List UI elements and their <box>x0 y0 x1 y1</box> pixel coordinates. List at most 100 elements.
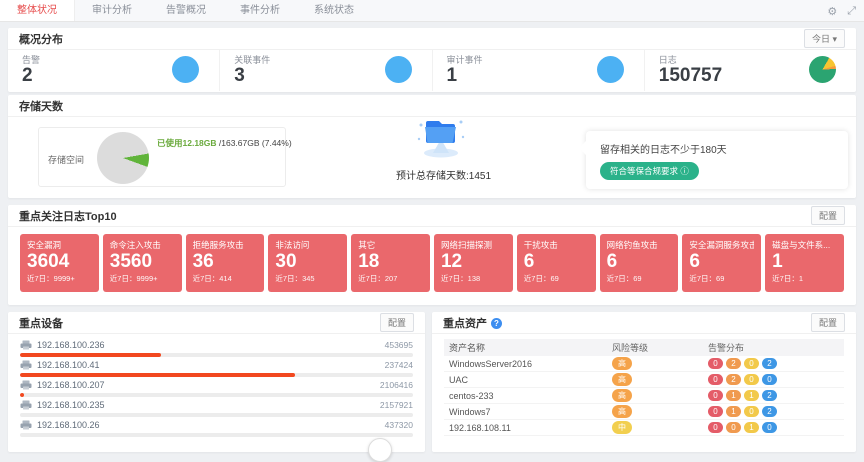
log-card-title: 其它 <box>358 239 423 251</box>
alert-badge-medium: 0 <box>744 374 759 385</box>
device-ip: 192.168.100.41 <box>37 360 100 370</box>
log-card-value: 30 <box>275 251 340 273</box>
asset-row[interactable]: centos-233 高 0 1 1 2 <box>444 388 844 404</box>
device-ip: 192.168.100.26 <box>37 420 100 430</box>
device-icon <box>20 400 32 410</box>
risk-badge: 中 <box>612 421 632 434</box>
assets-config-button[interactable]: 配置 <box>811 313 845 332</box>
stat-audit-events: 审计事件 1 <box>433 50 645 91</box>
device-icon <box>20 420 32 430</box>
log-card[interactable]: 网络钓鱼攻击 6 近7日：69 <box>600 234 679 292</box>
alert-badge-critical: 0 <box>708 374 723 385</box>
device-row[interactable]: 192.168.100.235 2157921 <box>20 399 413 419</box>
alert-badge-critical: 0 <box>708 358 723 369</box>
top-logs-title: 重点关注日志Top10 <box>19 208 117 224</box>
device-count: 437320 <box>385 420 413 430</box>
tab-system-status[interactable]: 系统状态 <box>297 0 371 21</box>
asset-name: 192.168.108.11 <box>444 423 612 433</box>
log-card[interactable]: 命令注入攻击 3560 近7日：9999+ <box>103 234 182 292</box>
col-asset-name: 资产名称 <box>444 341 612 354</box>
log-card[interactable]: 网络扫描探测 12 近7日：138 <box>434 234 513 292</box>
help-icon[interactable]: ? <box>491 318 502 329</box>
log-card-recent-value: 138 <box>468 274 481 283</box>
risk-badge: 高 <box>612 389 632 402</box>
log-card[interactable]: 安全漏洞服务攻击 6 近7日：69 <box>682 234 761 292</box>
top-logs-config-button[interactable]: 配置 <box>811 206 845 225</box>
alert-badge-high: 1 <box>726 390 741 401</box>
device-bar-track <box>20 393 413 397</box>
logs-pie-chart <box>809 56 836 83</box>
log-card-title: 命令注入攻击 <box>110 239 175 251</box>
tab-alert-overview[interactable]: 告警概况 <box>149 0 223 21</box>
devices-config-button[interactable]: 配置 <box>380 313 414 332</box>
chevron-down-icon: ▾ <box>832 34 837 44</box>
tab-audit-analysis[interactable]: 审计分析 <box>75 0 149 21</box>
storage-days-label: 预计总存储天数: <box>396 171 469 182</box>
devices-card: 重点设备 配置 192.168.100.236 453695 192.168.1… <box>8 312 425 452</box>
log-card-value: 6 <box>689 251 754 273</box>
device-row[interactable]: 192.168.100.41 237424 <box>20 359 413 379</box>
asset-row[interactable]: 192.168.108.11 中 0 0 1 0 <box>444 420 844 436</box>
log-card-recent-label: 近7日： <box>689 274 716 283</box>
log-card[interactable]: 磁盘与文件系... 1 近7日：1 <box>765 234 844 292</box>
log-card-value: 3560 <box>110 251 175 273</box>
log-card[interactable]: 干扰攻击 6 近7日：69 <box>517 234 596 292</box>
asset-row[interactable]: WindowsServer2016 高 0 2 0 2 <box>444 356 844 372</box>
log-card[interactable]: 拒绝服务攻击 36 近7日：414 <box>186 234 265 292</box>
folder-icon <box>413 113 469 159</box>
asset-row[interactable]: Windows7 高 0 1 0 2 <box>444 404 844 420</box>
log-card-recent-label: 近7日： <box>441 274 468 283</box>
compliance-badge-label: 符合等保合规要求 <box>610 166 678 176</box>
alert-badge-low: 0 <box>762 374 777 385</box>
alert-badge-medium: 0 <box>744 406 759 417</box>
log-card[interactable]: 其它 18 近7日：207 <box>351 234 430 292</box>
tab-event-analysis[interactable]: 事件分析 <box>223 0 297 21</box>
storage-folder-figure: 预计总存储天数:1451 <box>396 113 486 182</box>
asset-name: Windows7 <box>444 407 612 417</box>
log-card[interactable]: 非法访问 30 近7日：345 <box>268 234 347 292</box>
period-dropdown[interactable]: 今日 ▾ <box>804 29 845 48</box>
log-card-recent-label: 近7日： <box>275 274 302 283</box>
col-alert-distribution: 告警分布 <box>708 341 844 354</box>
log-card-recent-value: 345 <box>302 274 315 283</box>
asset-row[interactable]: UAC 高 0 2 0 0 <box>444 372 844 388</box>
device-ip: 192.168.100.235 <box>37 400 105 410</box>
log-card-title: 拒绝服务攻击 <box>193 239 258 251</box>
device-bar-track <box>20 433 413 437</box>
tab-overall-status[interactable]: 整体状况 <box>0 0 75 21</box>
compliance-badge[interactable]: 符合等保合规要求 ⓘ <box>600 162 699 180</box>
log-card-value: 36 <box>193 251 258 273</box>
device-count: 453695 <box>385 340 413 350</box>
top-tab-bar: 整体状况 审计分析 告警概况 事件分析 系统状态 ⚙ ⤢ <box>0 0 864 22</box>
log-card-recent-value: 1 <box>799 274 803 283</box>
log-card-title: 安全漏洞服务攻击 <box>689 239 754 251</box>
col-risk-level: 风险等级 <box>612 341 708 354</box>
stat-logs: 日志 150757 <box>645 50 856 91</box>
device-row[interactable]: 192.168.100.236 453695 <box>20 339 413 359</box>
device-count: 237424 <box>385 360 413 370</box>
stat-alerts: 告警 2 <box>8 50 220 91</box>
alert-badge-low: 2 <box>762 406 777 417</box>
device-count: 2106416 <box>380 380 413 390</box>
log-card-recent-value: 69 <box>633 274 641 283</box>
log-card-title: 安全漏洞 <box>27 239 92 251</box>
gear-icon[interactable]: ⚙ <box>827 5 837 18</box>
log-card-recent-label: 近7日： <box>358 274 385 283</box>
fullscreen-icon[interactable]: ⤢ <box>847 5 856 18</box>
floating-widget-button[interactable] <box>368 438 392 462</box>
device-row[interactable]: 192.168.100.26 437320 <box>20 419 413 439</box>
log-card-recent-value: 9999+ <box>136 274 157 283</box>
alert-badge-low: 2 <box>762 390 777 401</box>
device-bar-fill <box>20 353 161 357</box>
device-icon <box>20 340 32 350</box>
events-pie-chart <box>385 56 412 83</box>
top-logs-card: 重点关注日志Top10 配置 安全漏洞 3604 近7日：9999+ 命令注入攻… <box>8 205 856 305</box>
info-icon: ⓘ <box>680 166 689 176</box>
log-card[interactable]: 安全漏洞 3604 近7日：9999+ <box>20 234 99 292</box>
log-card-title: 非法访问 <box>275 239 340 251</box>
alert-badge-low: 0 <box>762 422 777 433</box>
device-row[interactable]: 192.168.100.207 2106416 <box>20 379 413 399</box>
period-value: 今日 <box>812 34 830 44</box>
log-card-recent-label: 近7日： <box>110 274 137 283</box>
risk-badge: 高 <box>612 405 632 418</box>
